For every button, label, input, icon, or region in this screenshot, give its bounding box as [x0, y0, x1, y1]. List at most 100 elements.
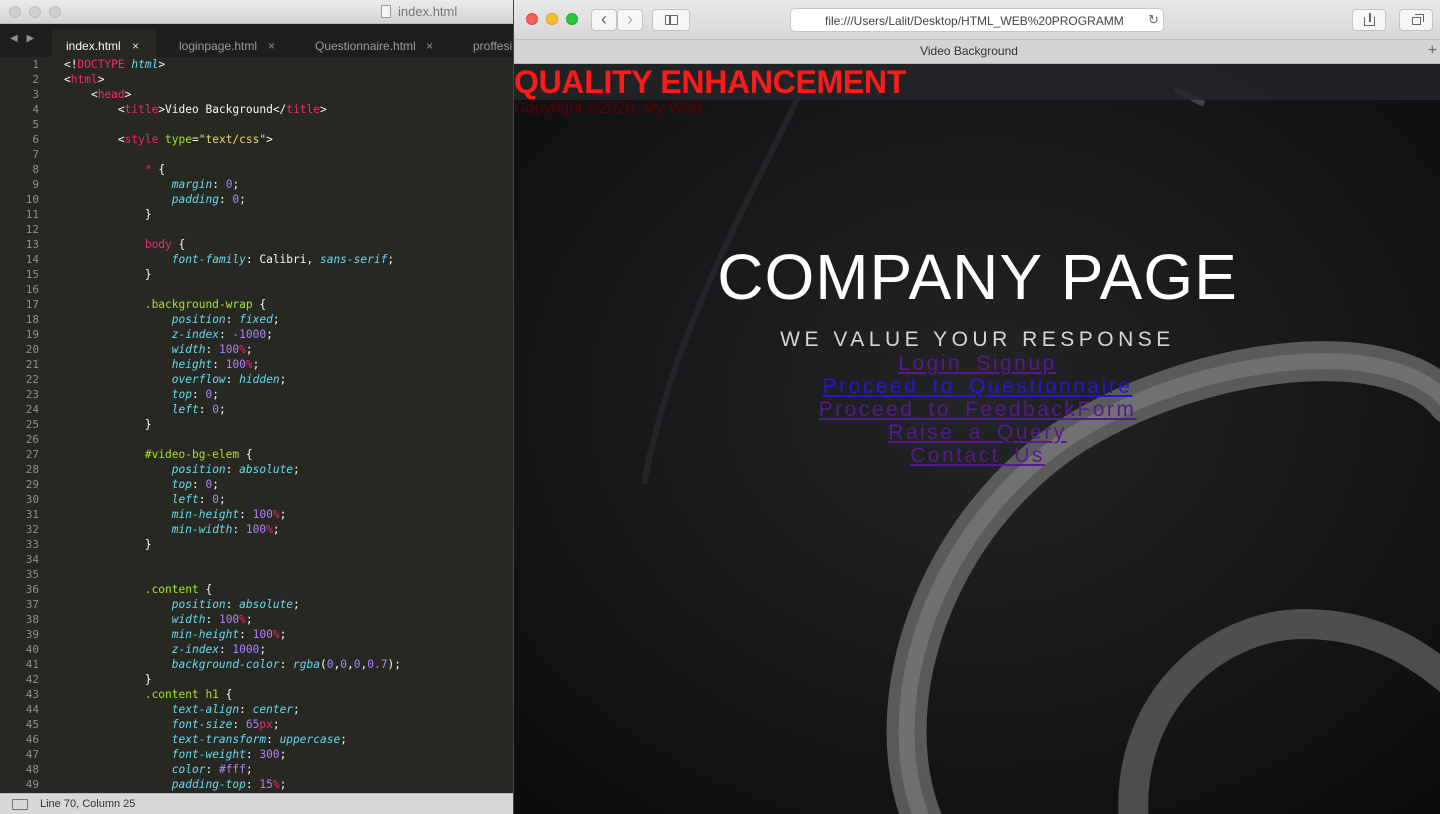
code-line: .background-wrap { [64, 297, 513, 312]
line-number: 36 [25, 583, 39, 596]
code-token: title [286, 103, 320, 116]
code-token: 100 [218, 613, 240, 626]
code-token: background-color [171, 658, 280, 671]
close-tab-icon[interactable]: × [268, 39, 275, 53]
code-token: DOCTYPE [77, 58, 125, 71]
browser-toolbar: ‹ › file:///Users/Lalit/Desktop/HTML_WEB… [514, 0, 1440, 40]
browser-tab-video-background[interactable]: Video Background [514, 40, 1424, 64]
code-token: hidden [239, 373, 280, 386]
login-signup-link[interactable]: Login_Signup [514, 352, 1440, 375]
code-token: % [266, 523, 273, 536]
line-number: 31 [25, 508, 39, 521]
code-token: } [64, 268, 152, 281]
code-token: : [266, 733, 280, 746]
web-page-viewport: QUALITY ENHANCEMENT Copyright ©2020, My … [514, 64, 1440, 814]
zoom-window-button[interactable] [49, 6, 61, 18]
hero-section: COMPANY PAGE WE VALUE YOUR RESPONSE Logi… [514, 240, 1440, 467]
reload-icon[interactable]: ↻ [1148, 12, 1159, 28]
code-token: % [239, 343, 246, 356]
code-token: { [171, 238, 186, 251]
code-token: ; [218, 493, 226, 506]
code-token: ; [293, 463, 300, 476]
tab-overview-icon-back [1415, 14, 1424, 22]
code-token: : [239, 703, 253, 716]
line-number: 35 [25, 568, 39, 581]
new-tab-button[interactable]: + [1428, 40, 1437, 62]
close-window-button[interactable] [9, 6, 21, 18]
line-number: 5 [32, 118, 39, 131]
code-token: position [171, 598, 226, 611]
code-token: ; [272, 718, 280, 731]
code-token: { [218, 688, 233, 701]
share-button[interactable] [1352, 9, 1386, 31]
questionnaire-link[interactable]: Proceed_to_Questionnaire [514, 375, 1440, 398]
code-token: overflow [171, 373, 226, 386]
code-token: z-index [171, 328, 219, 341]
code-token: text-transform [171, 733, 267, 746]
code-token: -1000 [232, 328, 267, 341]
raise-query-link[interactable]: Raise_a_Query [514, 421, 1440, 444]
close-tab-icon[interactable]: × [426, 39, 433, 53]
tab-loginpage-html[interactable]: loginpage.html × [165, 30, 287, 57]
code-line: overflow: hidden; [64, 372, 513, 387]
code-token: < [64, 133, 125, 146]
tab-overview-button[interactable] [1399, 9, 1433, 31]
line-number: 28 [25, 463, 39, 476]
code-token: < [64, 103, 125, 116]
tab-index-html[interactable]: index.html × [52, 30, 156, 57]
code-token: : [239, 508, 253, 521]
tab-label: loginpage.html [179, 39, 258, 53]
line-number: 18 [25, 313, 39, 326]
code-token: 65 [245, 718, 260, 731]
code-line: z-index: -1000; [64, 327, 513, 342]
minimize-window-button[interactable] [546, 13, 558, 25]
code-token: : [239, 628, 253, 641]
line-number: 30 [25, 493, 39, 506]
code-token: "text/css" [198, 133, 267, 146]
line-number: 39 [25, 628, 39, 641]
minimize-window-button[interactable] [29, 6, 41, 18]
close-tab-icon[interactable]: × [132, 39, 139, 53]
code-token: 0 [326, 658, 334, 671]
feedback-form-link[interactable]: Proceed_to_FeedbackForm [514, 398, 1440, 421]
contact-us-link[interactable]: Contact_Us [514, 444, 1440, 467]
code-token: ; [212, 478, 219, 491]
close-window-button[interactable] [526, 13, 538, 25]
code-token: ; [272, 523, 280, 536]
line-number: 47 [25, 748, 39, 761]
code-line: min-height: 100%; [64, 507, 513, 522]
zoom-window-button[interactable] [566, 13, 578, 25]
code-token: width [171, 343, 206, 356]
tab-navigation-arrows-icon[interactable]: ◀ ▶ [10, 33, 37, 44]
tab-proffesi[interactable]: proffesi [459, 30, 513, 57]
code-token: ; [259, 643, 267, 656]
code-token: min-width [171, 523, 233, 536]
code-token: color [171, 763, 206, 776]
code-token: > [266, 133, 273, 146]
line-number: 8 [32, 163, 39, 176]
code-token: : [192, 478, 206, 491]
address-bar[interactable]: file:///Users/Lalit/Desktop/HTML_WEB%20P… [790, 8, 1164, 32]
forward-button[interactable]: › [617, 9, 643, 31]
sidebar-button[interactable] [652, 9, 690, 31]
code-token: ; [387, 253, 395, 266]
code-token: left [171, 403, 199, 416]
code-token: : [279, 658, 294, 671]
back-button[interactable]: ‹ [591, 9, 617, 31]
line-number: 13 [25, 238, 39, 251]
code-line: text-align: center; [64, 702, 513, 717]
code-token: 0.7 [367, 658, 388, 671]
tab-questionnaire-html[interactable]: Questionnaire.html × [301, 30, 444, 57]
panel-toggle-icon[interactable] [12, 799, 28, 810]
code-area[interactable]: <!DOCTYPE html> <html> <head> <title>Vide… [64, 57, 513, 793]
code-token: : [212, 178, 226, 191]
code-line: <html> [64, 72, 513, 87]
